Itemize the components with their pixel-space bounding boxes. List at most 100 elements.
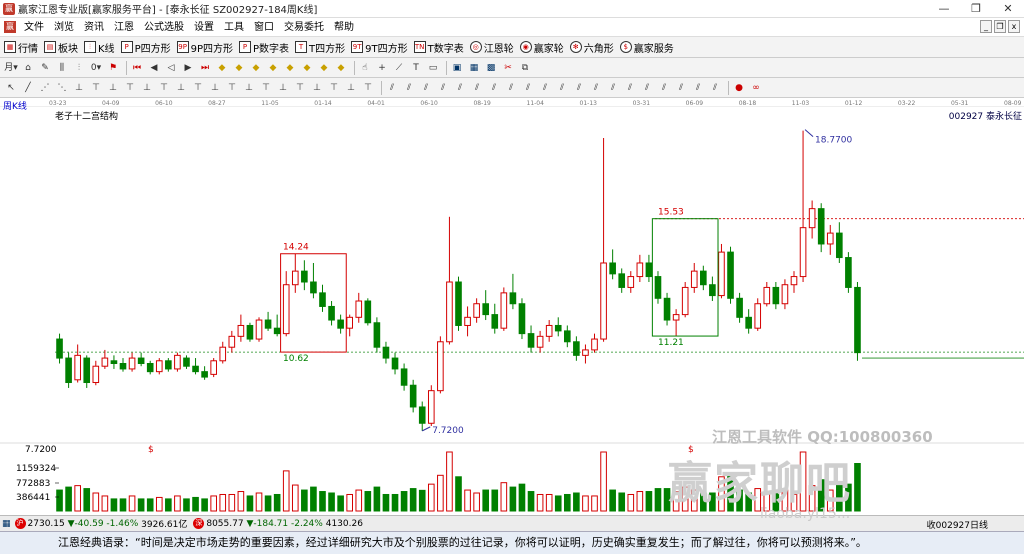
- gann-wheel-button[interactable]: ◎ 江恩轮: [469, 40, 514, 55]
- line-icon[interactable]: ⟋: [392, 61, 406, 75]
- menu-gann[interactable]: 江恩: [109, 18, 139, 37]
- cycle-icon[interactable]: ⊥: [208, 81, 222, 95]
- calc-icon[interactable]: ▣: [450, 61, 464, 75]
- flag-icon[interactable]: ⚑: [106, 61, 120, 75]
- hand-icon[interactable]: ☝: [358, 61, 372, 75]
- cycle-icon[interactable]: ⊤: [259, 81, 273, 95]
- fan-icon[interactable]: ⋱: [55, 81, 69, 95]
- channel-icon[interactable]: ⫽: [606, 81, 620, 95]
- cycle-icon[interactable]: ⊥: [174, 81, 188, 95]
- sectors-button[interactable]: ▤ 板块: [44, 40, 78, 55]
- first-icon[interactable]: ⏮: [130, 61, 144, 75]
- channel-icon[interactable]: ⫽: [640, 81, 654, 95]
- channel-icon[interactable]: ⫽: [623, 81, 637, 95]
- channel-icon[interactable]: ⫽: [555, 81, 569, 95]
- channel-icon[interactable]: ⫽: [453, 81, 467, 95]
- cycle-icon[interactable]: ⊤: [327, 81, 341, 95]
- menu-trade[interactable]: 交易委托: [279, 18, 329, 37]
- cut-icon[interactable]: ✂: [501, 61, 515, 75]
- menu-file[interactable]: 文件: [19, 18, 49, 37]
- menu-window[interactable]: 窗口: [249, 18, 279, 37]
- quotes-button[interactable]: ▦ 行情: [4, 40, 38, 55]
- cross-icon[interactable]: +: [375, 61, 389, 75]
- channel-icon[interactable]: ⫽: [657, 81, 671, 95]
- diamond-icon[interactable]: ◆: [317, 61, 331, 75]
- channel-icon[interactable]: ⫽: [436, 81, 450, 95]
- minimize-button[interactable]: —: [928, 0, 960, 18]
- cycle-icon[interactable]: ⊥: [106, 81, 120, 95]
- p-square-button[interactable]: P P四方形: [120, 40, 171, 55]
- channel-icon[interactable]: ⫽: [470, 81, 484, 95]
- table-icon[interactable]: ▦: [467, 61, 481, 75]
- service-button[interactable]: $ 赢家服务: [619, 40, 674, 55]
- cycle-icon[interactable]: ⊤: [361, 81, 375, 95]
- back-icon[interactable]: ◁: [164, 61, 178, 75]
- shape-icon[interactable]: ▭: [426, 61, 440, 75]
- menu-browse[interactable]: 浏览: [49, 18, 79, 37]
- prev-icon[interactable]: ◀: [147, 61, 161, 75]
- channel-icon[interactable]: ⫽: [674, 81, 688, 95]
- diamond-icon[interactable]: ◆: [300, 61, 314, 75]
- channel-icon[interactable]: ⫽: [521, 81, 535, 95]
- channel-icon[interactable]: ⫽: [504, 81, 518, 95]
- kline-button[interactable]: ⫶ K线: [84, 40, 115, 55]
- screen-icon[interactable]: ⌂: [21, 61, 35, 75]
- menu-help[interactable]: 帮助: [329, 18, 359, 37]
- cycle-icon[interactable]: ⊥: [242, 81, 256, 95]
- close-button[interactable]: ✕: [992, 0, 1024, 18]
- channel-icon[interactable]: ⫽: [385, 81, 399, 95]
- 9t-square-button[interactable]: 9T 9T四方形: [351, 40, 408, 55]
- draw-icon[interactable]: ✎: [38, 61, 52, 75]
- next-icon[interactable]: ▶: [181, 61, 195, 75]
- t-table-button[interactable]: TN T数字表: [413, 40, 464, 55]
- winner-wheel-button[interactable]: ◉ 赢家轮: [519, 40, 564, 55]
- cycle-icon[interactable]: ⊥: [140, 81, 154, 95]
- sh-index-segment[interactable]: ▦ 沪 2730.15 ▼-40.59 -1.46% 3926.61亿: [0, 517, 187, 530]
- cycle-icon[interactable]: ⊤: [89, 81, 103, 95]
- fan-icon[interactable]: ⋰: [38, 81, 52, 95]
- diamond-icon[interactable]: ◆: [334, 61, 348, 75]
- mdi-close-button[interactable]: x: [1008, 20, 1020, 33]
- diamond-icon[interactable]: ◆: [283, 61, 297, 75]
- sz-index-segment[interactable]: 深 8055.77 ▼-184.71 -2.24% 4130.26: [191, 518, 363, 529]
- p-table-button[interactable]: P P数字表: [239, 40, 289, 55]
- color-icon[interactable]: ●: [732, 81, 746, 95]
- cycle-icon[interactable]: ⊤: [157, 81, 171, 95]
- mdi-restore-button[interactable]: ❐: [994, 20, 1006, 33]
- infinity-icon[interactable]: ∞: [749, 81, 763, 95]
- restore-button[interactable]: ❐: [960, 0, 992, 18]
- last-icon[interactable]: ⏭: [198, 61, 212, 75]
- kline-type-icon[interactable]: ⫼: [55, 61, 69, 75]
- hexagon-button[interactable]: ✻ 六角形: [569, 40, 614, 55]
- cycle-icon[interactable]: ⊤: [293, 81, 307, 95]
- diamond-icon[interactable]: ◆: [266, 61, 280, 75]
- menu-tools[interactable]: 工具: [219, 18, 249, 37]
- cycle-icon[interactable]: ⊥: [344, 81, 358, 95]
- channel-icon[interactable]: ⫽: [589, 81, 603, 95]
- zoom-dropdown[interactable]: 0▾: [89, 61, 103, 75]
- text-icon[interactable]: T: [409, 61, 423, 75]
- channel-icon[interactable]: ⫽: [419, 81, 433, 95]
- link-icon[interactable]: ⧉: [518, 61, 532, 75]
- channel-icon[interactable]: ⫽: [691, 81, 705, 95]
- trend-line-icon[interactable]: ╱: [21, 81, 35, 95]
- menu-formula[interactable]: 公式选股: [139, 18, 189, 37]
- pointer-icon[interactable]: ↖: [4, 81, 18, 95]
- menu-settings[interactable]: 设置: [189, 18, 219, 37]
- cycle-icon[interactable]: ⊤: [225, 81, 239, 95]
- diamond-icon[interactable]: ◆: [215, 61, 229, 75]
- t-square-button[interactable]: T T四方形: [295, 40, 345, 55]
- diamond-icon[interactable]: ◆: [232, 61, 246, 75]
- cycle-icon[interactable]: ⊥: [276, 81, 290, 95]
- cycle-icon[interactable]: ⊤: [123, 81, 137, 95]
- disk-icon[interactable]: ▩: [484, 61, 498, 75]
- mdi-minimize-button[interactable]: _: [980, 20, 992, 33]
- bar-type-icon[interactable]: ⫶: [72, 61, 86, 75]
- menu-info[interactable]: 资讯: [79, 18, 109, 37]
- cycle-icon[interactable]: ⊥: [72, 81, 86, 95]
- channel-icon[interactable]: ⫽: [487, 81, 501, 95]
- 9p-square-button[interactable]: 9P 9P四方形: [176, 40, 233, 55]
- channel-icon[interactable]: ⫽: [538, 81, 552, 95]
- cycle-icon[interactable]: ⊥: [310, 81, 324, 95]
- cycle-icon[interactable]: ⊤: [191, 81, 205, 95]
